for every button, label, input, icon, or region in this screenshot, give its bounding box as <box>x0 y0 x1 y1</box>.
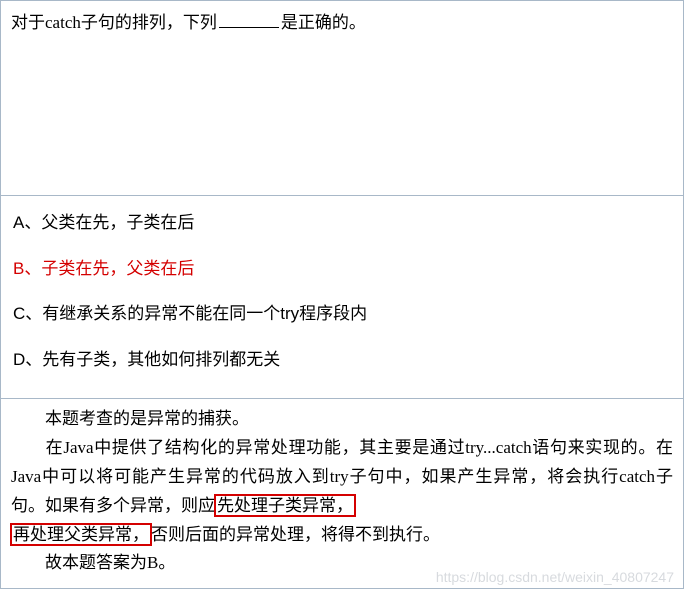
option-c[interactable]: C、有继承关系的异常不能在同一个try程序段内 <box>13 301 671 327</box>
option-b[interactable]: B、子类在先，父类在后 <box>13 256 671 282</box>
option-d[interactable]: D、先有子类，其他如何排列都无关 <box>13 347 671 373</box>
explain-line3: 故本题答案为B。 <box>45 553 175 572</box>
highlight-2: 再处理父类异常， <box>10 523 152 546</box>
question-suffix: 是正确的。 <box>281 13 366 32</box>
explanation-panel: 本题考查的是异常的捕获。 在Java中提供了结构化的异常处理功能，其主要是通过t… <box>0 398 684 589</box>
highlight-1: 先处理子类异常， <box>214 494 356 517</box>
question-panel: 对于catch子句的排列，下列 是正确的。 <box>0 0 684 195</box>
option-a[interactable]: A、父类在先，子类在后 <box>13 210 671 236</box>
explain-line1: 本题考查的是异常的捕获。 <box>45 409 249 428</box>
question-prefix: 对于catch子句的排列，下列 <box>11 13 217 32</box>
explain-body-post: 否则后面的异常处理，将得不到执行。 <box>151 525 440 544</box>
options-panel: A、父类在先，子类在后 B、子类在先，父类在后 C、有继承关系的异常不能在同一个… <box>0 195 684 398</box>
fill-blank <box>219 11 279 28</box>
